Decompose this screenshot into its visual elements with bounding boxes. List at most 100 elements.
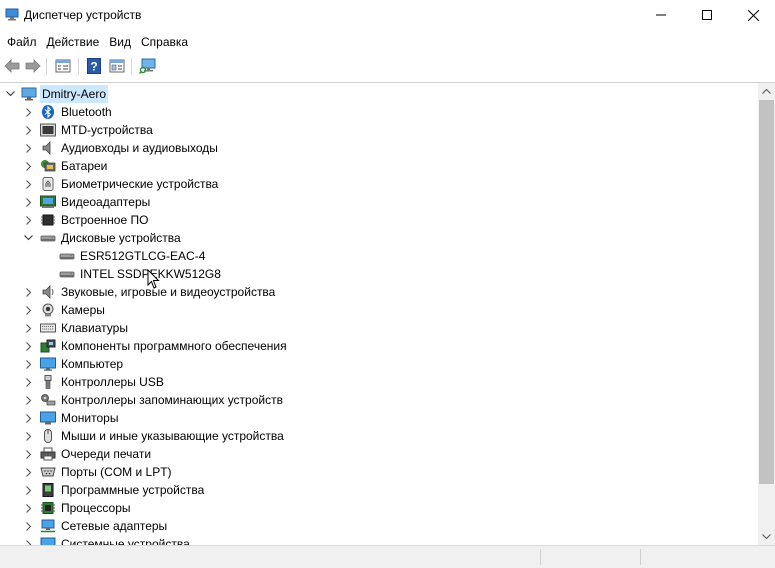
- disk-drive-icon: [40, 235, 56, 242]
- expand-icon[interactable]: [23, 535, 35, 545]
- tree-item-computer[interactable]: Компьютер: [0, 355, 758, 373]
- tree-root-label: Dmitry-Aero: [40, 85, 109, 103]
- expand-icon[interactable]: [23, 499, 35, 517]
- tree-item-processors[interactable]: Процессоры: [0, 499, 758, 517]
- tree-item-firmware[interactable]: Встроенное ПО: [0, 211, 758, 229]
- scroll-thumb[interactable]: [759, 100, 774, 484]
- toolbar-separator: [46, 58, 47, 75]
- vertical-scrollbar[interactable]: [758, 83, 775, 545]
- tree-item-monitors[interactable]: Мониторы: [0, 409, 758, 427]
- maximize-button[interactable]: [684, 0, 730, 30]
- tree-item-system-devices[interactable]: Системные устройства: [0, 535, 758, 545]
- tree-item-audio-io[interactable]: Аудиовходы и аудиовыходы: [0, 139, 758, 157]
- disk-drive-icon: [59, 271, 75, 278]
- expand-icon[interactable]: [23, 391, 35, 409]
- expand-icon[interactable]: [23, 481, 35, 499]
- tree-item-label: Встроенное ПО: [61, 213, 149, 227]
- properties-icon: [55, 59, 71, 73]
- toolbar: ?: [0, 54, 775, 80]
- tree-item-biometric[interactable]: Биометрические устройства: [0, 175, 758, 193]
- tree-item-mtd[interactable]: MTD-устройства: [0, 121, 758, 139]
- tree-item-sound-video-game[interactable]: Звуковые, игровые и видеоустройства: [0, 283, 758, 301]
- display-adapter-icon: [40, 195, 56, 208]
- expand-icon[interactable]: [23, 463, 35, 481]
- menu-view[interactable]: Вид: [104, 33, 136, 52]
- tree-item-disk-drives[interactable]: Дисковые устройства: [0, 229, 758, 247]
- minimize-icon: [656, 14, 666, 16]
- help-icon: ?: [87, 58, 101, 74]
- tree-item-software-devices[interactable]: Программные устройства: [0, 481, 758, 499]
- tree-item-cameras[interactable]: Камеры: [0, 301, 758, 319]
- software-device-icon: [42, 483, 54, 497]
- tree-item-batteries[interactable]: Батареи: [0, 157, 758, 175]
- scroll-down-icon: [762, 534, 771, 539]
- tree-item-bluetooth[interactable]: Bluetooth: [0, 103, 758, 121]
- svg-text:?: ?: [90, 60, 97, 74]
- tree-item-label: Клавиатуры: [61, 321, 128, 335]
- tree-item-label: Порты (COM и LPT): [61, 465, 172, 479]
- expand-icon[interactable]: [23, 409, 35, 427]
- tree-item-disk-esr512[interactable]: ESR512GTLCG-EAC-4: [0, 247, 758, 265]
- expand-icon[interactable]: [23, 337, 35, 355]
- expand-icon[interactable]: [23, 175, 35, 193]
- close-button[interactable]: [730, 0, 775, 30]
- expand-icon[interactable]: [23, 319, 35, 337]
- mouse-cursor-icon: [147, 269, 160, 289]
- expand-icon[interactable]: [23, 427, 35, 445]
- menu-help[interactable]: Справка: [136, 33, 193, 52]
- expand-icon[interactable]: [23, 445, 35, 463]
- tree-item-label: Сетевые адаптеры: [61, 519, 168, 533]
- expand-icon[interactable]: [23, 517, 35, 535]
- tree-item-mice[interactable]: Мыши и иные указывающие устройства: [0, 427, 758, 445]
- scroll-up-button[interactable]: [758, 83, 775, 100]
- tree-item-display-adapters[interactable]: Видеоадаптеры: [0, 193, 758, 211]
- minimize-button[interactable]: [638, 0, 684, 30]
- scroll-up-icon: [762, 89, 771, 94]
- tree-item-software-components[interactable]: Компоненты программного обеспечения: [0, 337, 758, 355]
- menu-file[interactable]: Файл: [0, 33, 42, 52]
- properties-button[interactable]: [53, 56, 73, 76]
- expand-icon[interactable]: [23, 157, 35, 175]
- toolbar-separator: [78, 58, 79, 75]
- tree-item-print-queues[interactable]: Очереди печати: [0, 445, 758, 463]
- tree-item-keyboards[interactable]: Клавиатуры: [0, 319, 758, 337]
- computer-root-icon: [21, 87, 37, 101]
- tree-item-label: Батареи: [61, 159, 108, 173]
- menu-action[interactable]: Действие: [42, 33, 105, 52]
- expand-icon[interactable]: [23, 121, 35, 139]
- forward-button[interactable]: [23, 56, 43, 76]
- mtd-icon: [40, 123, 56, 137]
- expand-icon[interactable]: [23, 283, 35, 301]
- view-icon: [109, 59, 125, 73]
- expand-icon[interactable]: [23, 211, 35, 229]
- expand-icon[interactable]: [23, 193, 35, 211]
- expand-icon[interactable]: [23, 139, 35, 157]
- tree-item-label: Звуковые, игровые и видеоустройства: [61, 285, 276, 299]
- expand-icon[interactable]: [23, 355, 35, 373]
- expand-icon[interactable]: [23, 301, 35, 319]
- collapse-icon[interactable]: [22, 229, 34, 247]
- tree-item-network-adapters[interactable]: Сетевые адаптеры: [0, 517, 758, 535]
- status-divider: [540, 549, 541, 565]
- help-button[interactable]: ?: [84, 56, 104, 76]
- expand-icon[interactable]: [23, 103, 35, 121]
- forward-icon: [25, 59, 41, 73]
- battery-icon: [41, 160, 56, 172]
- collapse-icon[interactable]: [4, 85, 16, 103]
- toolbar-separator: [131, 58, 132, 75]
- expand-icon[interactable]: [23, 373, 35, 391]
- tree-item-usb[interactable]: Контроллеры USB: [0, 373, 758, 391]
- scroll-down-button[interactable]: [758, 528, 775, 545]
- tree-item-disk-intel[interactable]: INTEL SSDPEKKW512G8: [0, 265, 758, 283]
- back-button[interactable]: [2, 56, 22, 76]
- bluetooth-icon: [42, 105, 54, 119]
- status-divider: [640, 549, 641, 565]
- view-button[interactable]: [107, 56, 127, 76]
- tree-item-label: Программные устройства: [61, 483, 205, 497]
- tree-root[interactable]: Dmitry-Aero: [0, 85, 758, 103]
- close-icon: [747, 9, 759, 21]
- tree-item-storage-controllers[interactable]: Контроллеры запоминающих устройств: [0, 391, 758, 409]
- tree-item-ports[interactable]: Порты (COM и LPT): [0, 463, 758, 481]
- scan-hardware-button[interactable]: [138, 56, 158, 76]
- device-tree[interactable]: Dmitry-Aero Bluetooth MTD-устройства Ауд…: [0, 83, 758, 545]
